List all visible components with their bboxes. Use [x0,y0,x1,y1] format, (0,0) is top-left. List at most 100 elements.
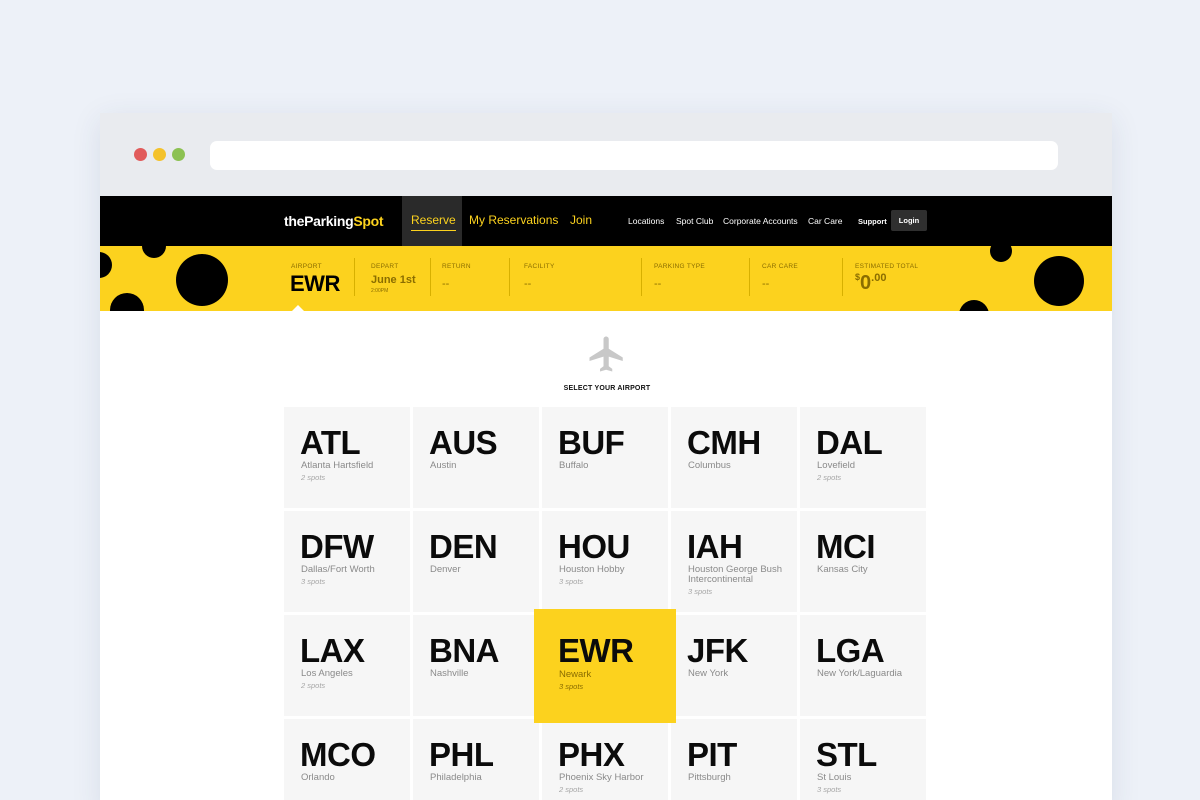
facility-label: FACILITY [524,263,555,270]
airport-tile-cmh[interactable]: CMH Columbus [671,407,797,508]
airport-tile-buf[interactable]: BUF Buffalo [542,407,668,508]
address-bar[interactable] [210,141,1058,170]
airport-city: Buffalo [559,460,589,471]
car-care-value[interactable]: -- [762,278,769,290]
airport-code: LAX [300,632,365,669]
airport-city: Dallas/Fort Worth [301,564,375,575]
airport-tile-jfk[interactable]: JFK New York [671,615,797,716]
airport-code: CMH [687,424,761,461]
decorative-dot [990,246,1012,262]
parking-type-label: PARKING TYPE [654,263,706,270]
airport-code: STL [816,736,877,773]
airport-tile-phl[interactable]: PHL Philadelphia [413,719,539,800]
browser-window: theParkingSpot Reserve My Reservations J… [100,113,1112,800]
airport-city: Orlando [301,772,335,783]
airplane-icon [589,336,623,372]
logo-text-part2: Spot [353,213,384,229]
airport-tile-mco[interactable]: MCO Orlando [284,719,410,800]
decorative-dot [176,254,228,306]
airport-city: Denver [430,564,461,575]
airport-city: Phoenix Sky Harbor [559,772,644,783]
depart-label: DEPART [371,263,399,270]
divider [509,258,510,296]
airport-tile-hou[interactable]: HOU Houston Hobby 3 spots [542,511,668,612]
nav-reserve[interactable]: Reserve [411,213,456,231]
facility-value[interactable]: -- [524,278,531,290]
decorative-dot [110,293,144,311]
divider [354,258,355,296]
estimated-total-value: $0.00 [855,272,886,295]
airport-code: PIT [687,736,737,773]
airport-tile-aus[interactable]: AUS Austin [413,407,539,508]
close-window-button[interactable] [134,148,147,161]
select-airport-title: SELECT YOUR AIRPORT [563,385,651,392]
car-care-label: CAR CARE [762,263,798,270]
decorative-dot [142,246,166,258]
airport-tile-dfw[interactable]: DFW Dallas/Fort Worth 3 spots [284,511,410,612]
minimize-window-button[interactable] [153,148,166,161]
airport-tile-phx[interactable]: PHX Phoenix Sky Harbor 2 spots [542,719,668,800]
depart-date[interactable]: June 1st [371,274,416,286]
airport-tile-pit[interactable]: PIT Pittsburgh [671,719,797,800]
divider [749,258,750,296]
support-link[interactable]: Support [858,217,887,226]
divider [842,258,843,296]
nav-join[interactable]: Join [570,213,592,227]
selection-caret [291,305,305,312]
airport-city: Columbus [688,460,731,471]
airport-city: Atlanta Hartsfield [301,460,374,471]
estimated-total-label: ESTIMATED TOTAL [855,263,919,270]
airport-spots: 3 spots [559,682,584,691]
decorative-dot [1034,256,1084,306]
airport-city: Lovefield [817,460,856,471]
maximize-window-button[interactable] [172,148,185,161]
airport-code: PHX [558,736,625,773]
airport-code: DEN [429,528,498,565]
airport-tile-bna[interactable]: BNA Nashville [413,615,539,716]
subnav-locations[interactable]: Locations [628,216,664,226]
browser-chrome [100,113,1112,196]
total-whole: 0 [860,272,872,294]
subnav-spot-club[interactable]: Spot Club [676,216,713,226]
airport-spots: 3 spots [688,587,713,596]
airport-label: AIRPORT [291,263,322,270]
airport-tile-stl[interactable]: STL St Louis 3 spots [800,719,926,800]
parking-type-value[interactable]: -- [654,278,661,290]
site-logo[interactable]: theParkingSpot [284,213,384,229]
airport-city: Pittsburgh [688,772,731,783]
subnav-car-care[interactable]: Car Care [808,216,842,226]
airport-city: St Louis [817,772,852,783]
airport-city: Houston Hobby [559,564,625,575]
airport-spots: 2 spots [817,473,842,482]
selected-airport-code[interactable]: EWR [290,271,340,297]
airport-tile-atl[interactable]: ATL Atlanta Hartsfield 2 spots [284,407,410,508]
return-value[interactable]: -- [442,278,449,290]
airport-tile-iah[interactable]: IAH Houston George Bush Intercontinental 3… [671,511,797,612]
airport-code: BUF [558,424,625,461]
nav-my-reservations[interactable]: My Reservations [469,213,558,227]
airport-code: LGA [816,632,885,669]
airport-code: EWR [558,632,634,669]
airport-tile-den[interactable]: DEN Denver [413,511,539,612]
airport-code: IAH [687,528,743,565]
airport-spots: 2 spots [301,473,326,482]
decorative-dot [959,300,989,311]
airport-tile-mci[interactable]: MCI Kansas City [800,511,926,612]
subnav-corporate-accounts[interactable]: Corporate Accounts [723,216,798,226]
airport-tile-lax[interactable]: LAX Los Angeles 2 spots [284,615,410,716]
airport-tile-ewr[interactable]: EWR Newark 3 spots [534,609,676,723]
airport-tile-lga[interactable]: LGA New York/Laguardia [800,615,926,716]
airport-city: Newark [559,669,592,680]
airport-spots: 3 spots [559,577,584,586]
airport-city: New York/Laguardia [817,668,903,679]
airport-code: DFW [300,528,374,565]
airport-city: Austin [430,460,457,471]
airport-code: AUS [429,424,498,461]
airport-code: PHL [429,736,494,773]
airport-spots: 2 spots [559,785,584,794]
login-button[interactable]: Login [891,210,927,231]
airport-tile-dal[interactable]: DAL Lovefield 2 spots [800,407,926,508]
airport-city: Philadelphia [430,772,482,783]
divider [430,258,431,296]
airport-spots: 2 spots [301,681,326,690]
